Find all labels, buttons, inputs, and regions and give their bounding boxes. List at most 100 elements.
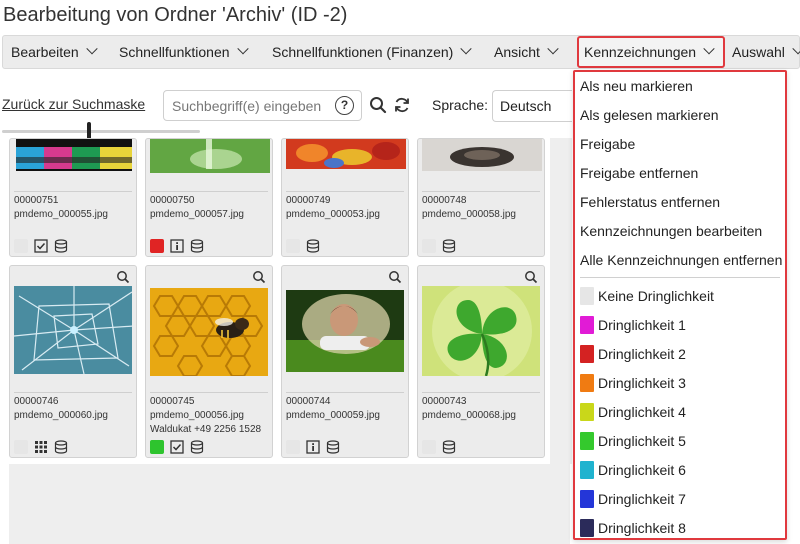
asset-id: 00000746 [14, 396, 59, 407]
divider [422, 191, 540, 192]
database-icon [326, 440, 340, 454]
chevron-down-icon [86, 43, 98, 55]
menu-item-edit-markings[interactable]: Kennzeichnungen bearbeiten [580, 217, 762, 245]
menu-item-mark-new[interactable]: Als neu markieren [580, 72, 693, 100]
zoom-icon[interactable] [388, 270, 402, 284]
menu-item-mark-read[interactable]: Als gelesen markieren [580, 101, 719, 129]
database-icon [190, 239, 204, 253]
menu-item-remove-release[interactable]: Freigabe entfernen [580, 159, 698, 187]
priority-label: Dringlichkeit 3 [598, 375, 686, 391]
grid-icon [34, 440, 48, 454]
database-icon [306, 239, 320, 253]
asset-filename: pmdemo_000056.jpg [150, 410, 244, 421]
divider [14, 191, 132, 192]
status-swatch [14, 239, 28, 253]
priority-label: Dringlichkeit 7 [598, 491, 686, 507]
help-icon[interactable]: ? [335, 96, 354, 115]
menu-bearbeiten[interactable]: Bearbeiten [11, 36, 98, 68]
thumbnail-image[interactable] [14, 286, 132, 374]
menu-schnellfunktionen-finanzen[interactable]: Schnellfunktionen (Finanzen) [272, 36, 473, 68]
page-title: Bearbeitung von Ordner 'Archiv' (ID -2) [3, 4, 348, 26]
thumbnail-image[interactable] [286, 290, 404, 372]
menu-auswahl[interactable]: Auswahl [732, 36, 800, 68]
grid-background [9, 464, 570, 544]
database-icon [54, 440, 68, 454]
priority-label: Dringlichkeit 2 [598, 346, 686, 362]
priority-swatch [580, 432, 594, 450]
search-box: ? [163, 90, 362, 121]
thumbnail-image[interactable] [150, 288, 268, 376]
chevron-down-icon [703, 43, 715, 55]
asset-filename: pmdemo_000060.jpg [14, 410, 108, 421]
priority-label: Dringlichkeit 1 [598, 317, 686, 333]
chevron-down-icon [547, 43, 559, 55]
priority-swatch [580, 374, 594, 392]
database-icon [190, 440, 204, 454]
asset-tile[interactable]: 00000749 pmdemo_000053.jpg [281, 138, 409, 257]
back-to-search-link[interactable]: Zurück zur Suchmaske [2, 96, 145, 112]
status-swatch [286, 239, 300, 253]
grid-background [550, 138, 572, 464]
asset-tile[interactable]: 00000746 pmdemo_000060.jpg [9, 265, 137, 458]
asset-id: 00000749 [286, 195, 331, 206]
status-swatch [14, 440, 28, 454]
divider [150, 392, 268, 393]
asset-filename: pmdemo_000068.jpg [422, 410, 516, 421]
refresh-icon[interactable] [393, 96, 411, 114]
asset-tile[interactable]: 00000748 pmdemo_000058.jpg [417, 138, 545, 257]
search-icon[interactable] [369, 96, 387, 114]
asset-tile[interactable]: 00000744 pmdemo_000059.jpg [281, 265, 409, 458]
priority-swatch [580, 490, 594, 508]
thumbnail-image[interactable] [418, 139, 544, 175]
zoom-icon[interactable] [252, 270, 266, 284]
check-icon [170, 440, 184, 454]
menubar: Bearbeiten Schnellfunktionen Schnellfunk… [2, 35, 800, 69]
priority-label: Dringlichkeit 6 [598, 462, 686, 478]
menu-kennzeichnungen[interactable]: Kennzeichnungen [577, 36, 725, 68]
menu-separator [580, 277, 780, 278]
menu-item-remove-all-markings[interactable]: Alle Kennzeichnungen entfernen [580, 246, 782, 274]
priority-swatch [580, 316, 594, 334]
asset-filename: pmdemo_000058.jpg [422, 209, 516, 220]
asset-id: 00000748 [422, 195, 467, 206]
check-icon [34, 239, 48, 253]
asset-tile[interactable]: 00000750 pmdemo_000057.jpg [145, 138, 273, 257]
priority-swatch [580, 345, 594, 363]
menu-schnellfunktionen[interactable]: Schnellfunktionen [119, 36, 249, 68]
chevron-down-icon [460, 43, 473, 55]
info-icon [170, 239, 184, 253]
language-select[interactable]: Deutsch [492, 90, 572, 122]
chevron-down-icon [236, 43, 249, 55]
menu-ansicht[interactable]: Ansicht [494, 36, 559, 68]
menu-label: Auswahl [732, 44, 785, 60]
thumbnail-image[interactable] [146, 139, 272, 175]
asset-id: 00000750 [150, 195, 195, 206]
kennzeichnungen-dropdown: Als neu markieren Als gelesen markieren … [573, 70, 787, 540]
asset-filename: pmdemo_000057.jpg [150, 209, 244, 220]
status-swatch [422, 440, 436, 454]
info-icon [306, 440, 320, 454]
thumbnail-size-slider[interactable] [2, 130, 200, 133]
menu-label: Schnellfunktionen (Finanzen) [272, 44, 454, 60]
search-input[interactable] [170, 95, 330, 117]
menu-label: Schnellfunktionen [119, 44, 230, 60]
priority-label: Keine Dringlichkeit [598, 288, 714, 304]
zoom-icon[interactable] [116, 270, 130, 284]
status-swatch [150, 239, 164, 253]
menu-item-remove-error-status[interactable]: Fehlerstatus entfernen [580, 188, 720, 216]
asset-tile[interactable]: 00000751 pmdemo_000055.jpg [9, 138, 137, 257]
priority-swatch [580, 519, 594, 537]
zoom-icon[interactable] [524, 270, 538, 284]
thumbnail-image[interactable] [282, 139, 408, 175]
thumbnail-image[interactable] [10, 139, 136, 175]
asset-tile[interactable]: 00000745 pmdemo_000056.jpg Waldukat +49 … [145, 265, 273, 458]
menu-item-release[interactable]: Freigabe [580, 130, 635, 158]
asset-id: 00000744 [286, 396, 331, 407]
asset-filename: pmdemo_000055.jpg [14, 209, 108, 220]
priority-label: Dringlichkeit 4 [598, 404, 686, 420]
menu-label: Kennzeichnungen [584, 44, 697, 60]
asset-tile[interactable]: 00000743 pmdemo_000068.jpg [417, 265, 545, 458]
thumbnail-image[interactable] [422, 286, 540, 376]
priority-label: Dringlichkeit 8 [598, 520, 686, 536]
divider [14, 392, 132, 393]
